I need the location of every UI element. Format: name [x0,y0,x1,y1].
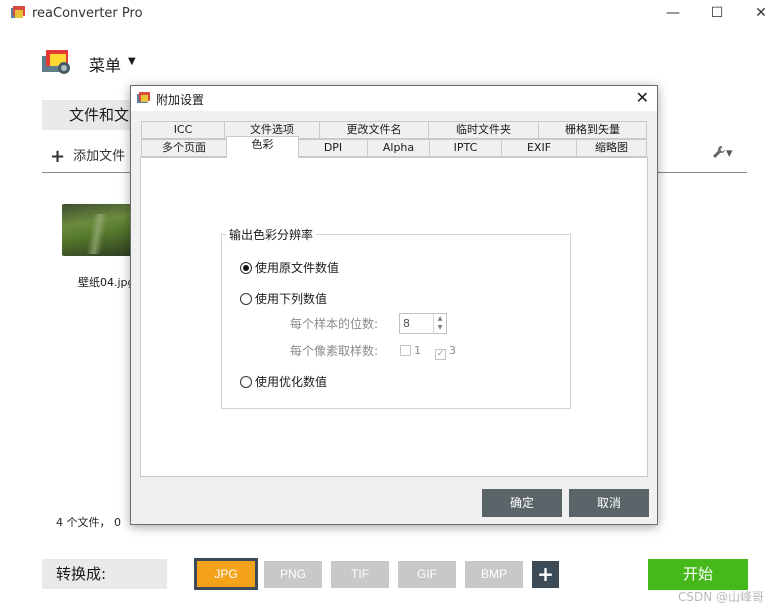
ok-button[interactable]: 确定 [482,489,562,517]
tab-dpi[interactable]: DPI [298,139,368,157]
watermark: CSDN @山峰哥 [678,590,765,604]
minimize-button[interactable]: — [650,2,696,24]
checkmark-icon: ✓ [435,349,446,360]
samples-per-pixel-label: 每个像素取样数: [290,344,379,358]
chevron-down-icon: ▾ [726,146,733,161]
close-icon[interactable]: ✕ [636,88,649,107]
stepper-arrows[interactable]: ▲ ▼ [433,314,446,333]
format-jpg-button[interactable]: JPG [194,558,258,590]
dialog-title: 附加设置 [156,93,205,107]
tab-multipage[interactable]: 多个页面 [141,139,227,157]
tab-iptc[interactable]: IPTC [429,139,502,157]
checkbox-label: 1 [414,344,421,357]
tab-color[interactable]: 色彩 [226,136,299,158]
radio-label: 使用原文件数值 [255,261,340,275]
arrow-up-icon[interactable]: ▲ [434,314,446,323]
tab-rename[interactable]: 更改文件名 [319,121,429,139]
tab-exif[interactable]: EXIF [501,139,577,157]
radio-label: 使用下列数值 [255,292,328,306]
chevron-down-icon[interactable]: ▼ [128,56,136,67]
cancel-button[interactable]: 取消 [569,489,649,517]
bits-per-sample-stepper[interactable]: 8 ▲ ▼ [399,313,447,334]
add-format-button[interactable]: + [532,561,559,588]
add-files-button[interactable]: + 添加文件 [50,145,125,167]
wrench-icon [713,146,725,158]
app-icon [11,6,25,18]
close-button[interactable]: ✕ [738,2,781,24]
start-button[interactable]: 开始 [648,559,748,590]
file-thumbnail[interactable] [62,204,136,256]
radio-icon [240,376,252,388]
menu-icon[interactable] [40,46,72,76]
format-tif-button[interactable]: TIF [331,561,389,588]
radio-icon [240,293,252,305]
add-files-label: 添加文件 [73,149,126,164]
menu-button[interactable]: 菜单 [89,52,121,76]
maximize-button[interactable]: ☐ [694,2,740,24]
radio-use-optimized[interactable]: 使用优化数值 [240,373,327,390]
radio-use-custom[interactable]: 使用下列数值 [240,290,327,307]
tab-icc[interactable]: ICC [141,121,225,139]
file-name: 壁纸04.jpg [78,276,135,289]
settings-button[interactable]: ▾ [712,145,733,161]
bits-per-sample-value: 8 [403,317,410,330]
plus-icon: + [50,146,66,167]
tab-temp-folder[interactable]: 临时文件夹 [428,121,539,139]
title-bar: reaConverter Pro — ☐ ✕ [0,0,781,28]
arrow-down-icon[interactable]: ▼ [434,323,446,332]
radio-use-original[interactable]: 使用原文件数值 [240,259,339,276]
additional-settings-dialog: 附加设置 ✕ ICC 文件选项 更改文件名 临时文件夹 栅格到矢量 多个页面 色… [130,85,658,525]
radio-selected-icon [240,262,252,274]
app-icon [137,92,150,103]
tab-alpha[interactable]: Alpha [367,139,430,157]
format-png-button[interactable]: PNG [264,561,322,588]
format-gif-button[interactable]: GIF [398,561,456,588]
convert-to-label: 转换成: [42,559,167,589]
dialog-title-bar: 附加设置 ✕ [131,86,657,111]
window-title: reaConverter Pro [32,6,143,21]
checkbox-label: 3 [449,344,456,357]
group-title: 输出色彩分辨率 [226,226,317,243]
tab-raster-to-vector[interactable]: 栅格到矢量 [538,121,647,139]
status-text: 4 个文件， 0 [56,516,121,529]
checkbox-icon [400,345,411,356]
checkbox-samples-1[interactable]: 1 [400,344,421,357]
checkbox-samples-3[interactable]: ✓ 3 [435,344,456,360]
tab-thumbnail[interactable]: 缩略图 [576,139,647,157]
format-bmp-button[interactable]: BMP [465,561,523,588]
radio-label: 使用优化数值 [255,375,328,389]
bits-per-sample-label: 每个样本的位数: [290,317,379,331]
